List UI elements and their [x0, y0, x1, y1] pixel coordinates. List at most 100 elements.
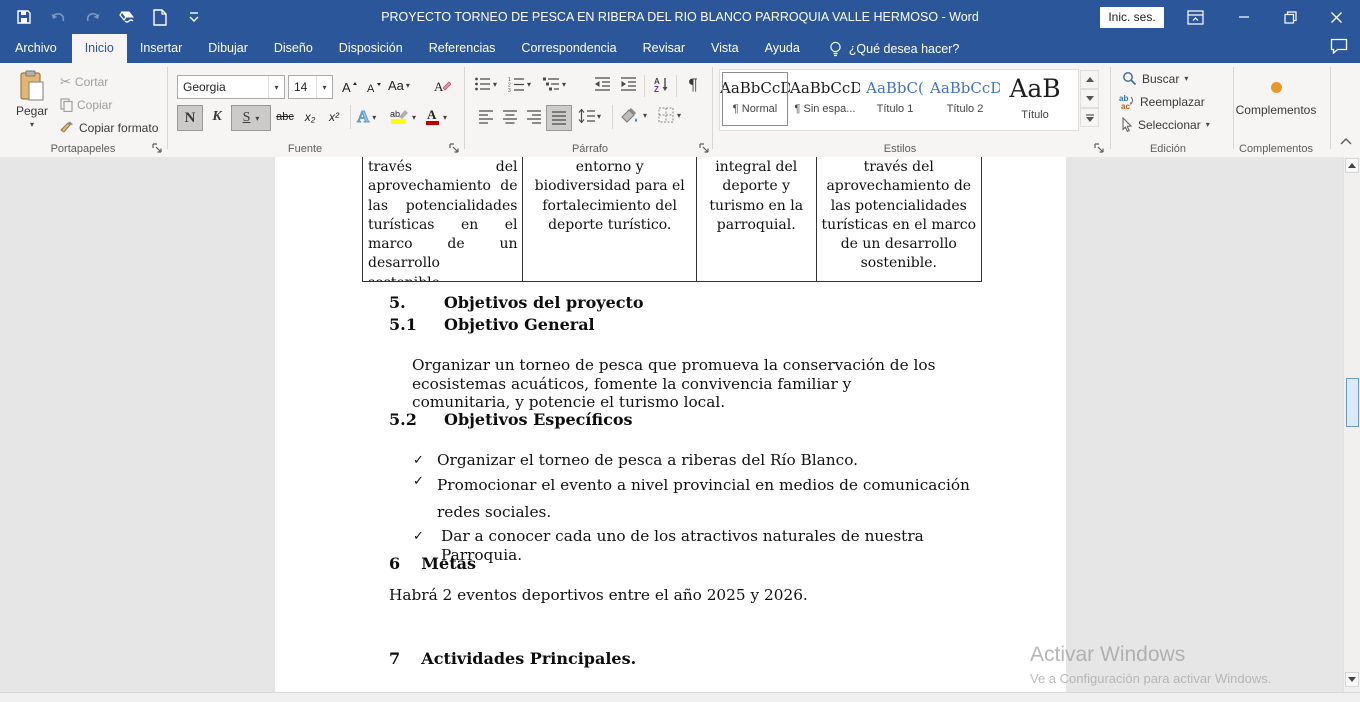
increase-indent-button[interactable]	[616, 72, 640, 96]
styles-scroll-up-button[interactable]	[1080, 70, 1099, 89]
font-color-button[interactable]: A ▾	[425, 105, 447, 129]
heading-5-2[interactable]: 5.2 Objetivos Específicos	[389, 410, 633, 429]
decrease-indent-button[interactable]	[590, 72, 614, 96]
change-case-button[interactable]: Aa▾	[388, 74, 410, 96]
minimize-button[interactable]	[1221, 0, 1267, 34]
document-page[interactable]: través del aprovechamiento de las potenc…	[275, 157, 1066, 692]
feedback-bubble-icon[interactable]	[1330, 38, 1348, 54]
bullets-button[interactable]: ▾	[474, 76, 497, 92]
highlight-color-button[interactable]: ab ▾	[390, 105, 416, 129]
align-left-button[interactable]	[474, 105, 498, 129]
bullet-item[interactable]: Promocionar el evento a nivel provincial…	[437, 472, 977, 526]
chevron-down-icon[interactable]: ▾	[643, 111, 647, 120]
scroll-down-button[interactable]	[1345, 672, 1359, 687]
heading-5-1[interactable]: 5.1 Objetivo General	[389, 315, 595, 334]
chevron-down-icon[interactable]: ▾	[255, 114, 259, 123]
tab-dibujar[interactable]: Dibujar	[195, 34, 261, 63]
tab-archivo[interactable]: Archivo	[0, 34, 72, 63]
underline-button[interactable]: S ▾	[231, 105, 271, 131]
style-titulo-2[interactable]: AaBbCcD Título 2	[930, 70, 1000, 128]
chevron-down-icon[interactable]: ▾	[316, 76, 332, 98]
tab-vista[interactable]: Vista	[698, 34, 752, 63]
superscript-button[interactable]: x²	[322, 105, 346, 129]
clipboard-dialog-launcher-icon[interactable]	[152, 143, 164, 155]
shading-button[interactable]: ▾	[620, 107, 647, 124]
heading-6[interactable]: 6 Metas	[389, 554, 476, 573]
chevron-down-icon[interactable]: ▾	[493, 80, 497, 89]
multilevel-list-button[interactable]: ▾	[543, 76, 566, 92]
align-right-button[interactable]	[522, 105, 546, 129]
paragraph-dialog-launcher-icon[interactable]	[699, 143, 711, 155]
document-table[interactable]: través del aprovechamiento de las potenc…	[362, 157, 982, 282]
table-cell[interactable]: integral del deporte y turismo en la par…	[697, 157, 817, 281]
select-button[interactable]: Seleccionar ▾	[1121, 117, 1210, 132]
scrollbar-thumb[interactable]	[1346, 378, 1359, 427]
style-titulo[interactable]: AaB Título	[1000, 70, 1070, 128]
chevron-down-icon[interactable]: ▾	[1184, 74, 1188, 83]
chevron-down-icon[interactable]: ▾	[443, 113, 447, 122]
chevron-down-icon[interactable]: ▾	[562, 80, 566, 89]
tab-inicio[interactable]: Inicio	[72, 34, 127, 63]
heading-7[interactable]: 7 Actividades Principales.	[389, 649, 636, 668]
align-center-button[interactable]	[498, 105, 522, 129]
collapse-ribbon-icon[interactable]	[1340, 137, 1354, 147]
tab-diseno[interactable]: Diseño	[261, 34, 326, 63]
chevron-down-icon[interactable]: ▾	[412, 113, 416, 122]
font-dialog-launcher-icon[interactable]	[449, 143, 461, 155]
chevron-down-icon[interactable]: ▾	[677, 111, 681, 120]
bullet-item[interactable]: Organizar el torneo de pesca a riberas d…	[437, 451, 997, 470]
chevron-down-icon[interactable]: ▾	[597, 112, 601, 121]
strikethrough-button[interactable]: abc	[272, 105, 298, 129]
tab-ayuda[interactable]: Ayuda	[752, 34, 813, 63]
paragraph-metas[interactable]: Habrá 2 eventos deportivos entre el año …	[389, 586, 949, 605]
subscript-button[interactable]: x₂	[298, 105, 322, 129]
numbering-button[interactable]: 123 ▾	[508, 76, 531, 92]
addins-button[interactable]: Complementos	[1233, 71, 1319, 127]
italic-button[interactable]: K	[205, 105, 229, 129]
chevron-down-icon[interactable]: ▾	[372, 113, 376, 122]
format-painter-button[interactable]: Copiar formato	[60, 119, 158, 137]
text-effects-button[interactable]: A ▾	[357, 105, 376, 129]
replace-button[interactable]: abac Reemplazar	[1119, 94, 1205, 110]
bold-button[interactable]: N	[177, 105, 203, 131]
styles-dialog-launcher-icon[interactable]	[1094, 143, 1106, 155]
style-normal[interactable]: AaBbCcD ¶ Normal	[720, 70, 790, 128]
tab-correspondencia[interactable]: Correspondencia	[508, 34, 629, 63]
style-sin-espaciado[interactable]: AaBbCcD ¶ Sin espa...	[790, 70, 860, 128]
sort-button[interactable]: AZ	[650, 72, 674, 96]
tab-insertar[interactable]: Insertar	[127, 34, 195, 63]
find-button[interactable]: Buscar ▾	[1122, 71, 1188, 86]
paragraph-objetivo-general[interactable]: Organizar un torneo de pesca que promuev…	[412, 356, 937, 412]
line-spacing-button[interactable]: ▾	[578, 108, 601, 124]
chevron-down-icon[interactable]: ▾	[1206, 120, 1210, 129]
show-marks-button[interactable]: ¶	[681, 72, 705, 96]
sign-in-button[interactable]: Inic. ses.	[1100, 7, 1164, 28]
vertical-scrollbar[interactable]	[1343, 157, 1360, 692]
paste-button[interactable]: Pegar ▾	[8, 67, 56, 139]
tell-me-box[interactable]: ¿Qué desea hacer?	[813, 34, 960, 63]
tab-disposicion[interactable]: Disposición	[326, 34, 416, 63]
shrink-font-button[interactable]: A	[362, 74, 386, 98]
clear-formatting-button[interactable]: A	[430, 74, 454, 98]
font-size-combo[interactable]: 14 ▾	[288, 75, 333, 99]
font-name-combo[interactable]: Georgia ▾	[177, 75, 285, 99]
style-titulo-1[interactable]: AaBbC( Título 1	[860, 70, 930, 128]
chevron-down-icon[interactable]: ▾	[268, 76, 284, 98]
bullet-item[interactable]: Dar a conocer cada uno de los atractivos…	[441, 527, 1001, 564]
heading-5[interactable]: 5. Objetivos del proyecto	[389, 293, 644, 312]
justify-button[interactable]	[546, 105, 572, 131]
scroll-up-button[interactable]	[1345, 158, 1359, 173]
borders-button[interactable]: ▾	[658, 107, 681, 123]
tab-revisar[interactable]: Revisar	[630, 34, 698, 63]
table-cell[interactable]: entorno y biodiversidad para el fortalec…	[523, 157, 696, 281]
chevron-down-icon[interactable]: ▾	[527, 80, 531, 89]
restore-button[interactable]	[1267, 0, 1313, 34]
table-cell[interactable]: través del aprovechamiento de las potenc…	[363, 157, 523, 281]
ribbon-display-options-button[interactable]	[1172, 0, 1218, 34]
styles-more-button[interactable]	[1080, 108, 1099, 127]
styles-scroll-down-button[interactable]	[1080, 89, 1099, 108]
tab-referencias[interactable]: Referencias	[416, 34, 509, 63]
close-button[interactable]	[1313, 0, 1359, 34]
grow-font-button[interactable]: A	[337, 74, 361, 98]
table-cell[interactable]: través del aprovechamiento de las potenc…	[817, 157, 981, 281]
